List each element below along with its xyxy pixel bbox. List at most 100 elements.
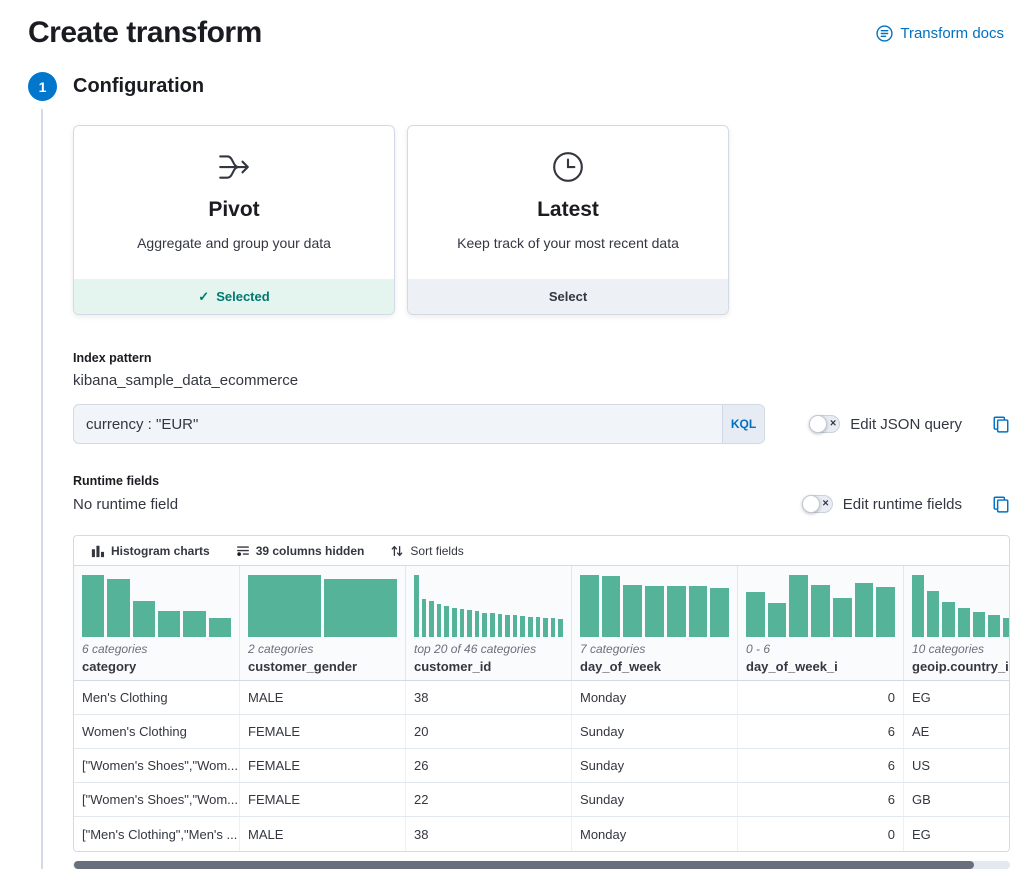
transform-type-cards: Pivot Aggregate and group your data ✓ Se… [73,125,1034,315]
grid-cell: AE [904,715,1009,748]
grid-cell: 0 [738,681,904,714]
configuration-step-body: Pivot Aggregate and group your data ✓ Se… [41,109,1034,869]
grid-cell: Sunday [572,749,738,782]
latest-card[interactable]: Latest Keep track of your most recent da… [407,125,729,315]
pivot-card-title: Pivot [208,198,259,222]
copy-icon [992,495,1010,513]
copy-json-query-button[interactable] [992,415,1010,433]
toggle-off-x-icon: × [822,498,828,509]
query-row: KQL × Edit JSON query [73,404,1010,444]
edit-runtime-controls: × Edit runtime fields [802,495,1010,513]
table-row: Men's ClothingMALE38Monday0EG [74,681,1009,715]
copy-runtime-fields-button[interactable] [992,495,1010,513]
kql-language-button[interactable]: KQL [722,405,764,443]
column-meta: 2 categories [248,642,397,656]
column-meta: 6 categories [82,642,231,656]
edit-json-query-toggle[interactable]: × [809,415,840,433]
grid-cell: ["Men's Clothing","Men's ... [74,817,240,851]
index-pattern-label: Index pattern [73,351,1034,365]
check-icon: ✓ [198,289,209,305]
runtime-fields-value: No runtime field [73,496,178,513]
edit-json-controls: × Edit JSON query [809,415,1010,433]
grid-cell: 26 [406,749,572,782]
latest-select-footer[interactable]: Select [408,279,728,314]
histogram [248,573,397,637]
runtime-fields-row: No runtime field × Edit runtime fields [73,495,1010,513]
grid-cell: 38 [406,681,572,714]
column-name: day_of_week [580,659,729,674]
column-header-customer_gender[interactable]: 2 categories customer_gender [240,566,406,680]
pivot-icon [217,150,251,186]
histogram [580,573,729,637]
grid-toolbar: Histogram charts 39 columns hidden Sort … [74,536,1009,566]
grid-cell: Monday [572,817,738,851]
grid-cell: 22 [406,783,572,816]
grid-cell: Monday [572,681,738,714]
histogram-icon [91,544,105,558]
horizontal-scrollbar-track[interactable] [73,861,1010,869]
pivot-card[interactable]: Pivot Aggregate and group your data ✓ Se… [73,125,395,315]
column-header-geoipcountry_iso_[interactable]: 10 categoriesgeoip.country_iso_... [904,566,1009,680]
horizontal-scrollbar-thumb[interactable] [74,861,974,869]
grid-cell: EG [904,681,1009,714]
copy-icon [992,415,1010,433]
column-header-category[interactable]: 6 categories category [74,566,240,680]
grid-cell: EG [904,817,1009,851]
grid-cell: GB [904,783,1009,816]
pivot-selected-footer[interactable]: ✓ Selected [74,279,394,314]
edit-runtime-fields-toggle[interactable]: × [802,495,833,513]
table-row: ["Men's Clothing","Men's ...MALE38Monday… [74,817,1009,851]
grid-cell: 6 [738,783,904,816]
column-meta: top 20 of 46 categories [414,642,563,656]
latest-card-subtitle: Keep track of your most recent data [457,235,679,251]
docs-link-label: Transform docs [900,25,1004,42]
column-name: category [82,659,231,674]
page-title: Create transform [28,16,262,50]
data-preview-grid: Histogram charts 39 columns hidden Sort … [73,535,1010,852]
column-header-day_of_week_i[interactable]: 0 - 6 day_of_week_i [738,566,904,680]
latest-card-title: Latest [537,198,599,222]
kql-query-input[interactable] [74,405,722,443]
topbar: Create transform Transform docs [0,0,1034,50]
toggle-off-x-icon: × [830,418,836,429]
table-row: ["Women's Shoes","Wom...FEMALE26Sunday6U… [74,749,1009,783]
columns-hidden-button[interactable]: 39 columns hidden [223,544,378,558]
grid-body: Men's ClothingMALE38Monday0EGWomen's Clo… [74,681,1009,851]
column-header-day_of_week[interactable]: 7 categories day_of_week [572,566,738,680]
sort-fields-button[interactable]: Sort fields [377,544,476,558]
grid-cell: Men's Clothing [74,681,240,714]
column-name: customer_gender [248,659,397,674]
grid-cell: 6 [738,715,904,748]
column-name: customer_id [414,659,563,674]
toggle-knob [802,495,820,513]
histogram [82,573,231,637]
column-name: day_of_week_i [746,659,895,674]
runtime-fields-label: Runtime fields [73,474,1034,488]
docs-icon [876,25,893,42]
table-row: Women's ClothingFEMALE20Sunday6AE [74,715,1009,749]
column-meta: 0 - 6 [746,642,895,656]
step-number-badge: 1 [28,72,57,101]
transform-docs-link[interactable]: Transform docs [876,25,1004,42]
grid-cell: ["Women's Shoes","Wom... [74,749,240,782]
index-pattern-block: Index pattern kibana_sample_data_ecommer… [73,351,1034,389]
column-meta: 10 categories [912,642,1009,656]
step-title: Configuration [73,75,204,98]
histogram [746,573,895,637]
column-header-customer_id[interactable]: top 20 of 46 categories customer_id [406,566,572,680]
grid-cell: ["Women's Shoes","Wom... [74,783,240,816]
pivot-footer-label: Selected [216,289,269,304]
grid-cell: FEMALE [240,715,406,748]
grid-cell: 20 [406,715,572,748]
grid-cell: FEMALE [240,749,406,782]
grid-cell: US [904,749,1009,782]
pivot-card-subtitle: Aggregate and group your data [137,235,331,251]
table-row: ["Women's Shoes","Wom...FEMALE22Sunday6G… [74,783,1009,817]
sort-icon [390,544,404,558]
histogram-charts-button[interactable]: Histogram charts [78,544,223,558]
grid-cell: 6 [738,749,904,782]
grid-cell: MALE [240,681,406,714]
column-meta: 7 categories [580,642,729,656]
grid-cell: Sunday [572,715,738,748]
clock-icon [551,150,585,186]
